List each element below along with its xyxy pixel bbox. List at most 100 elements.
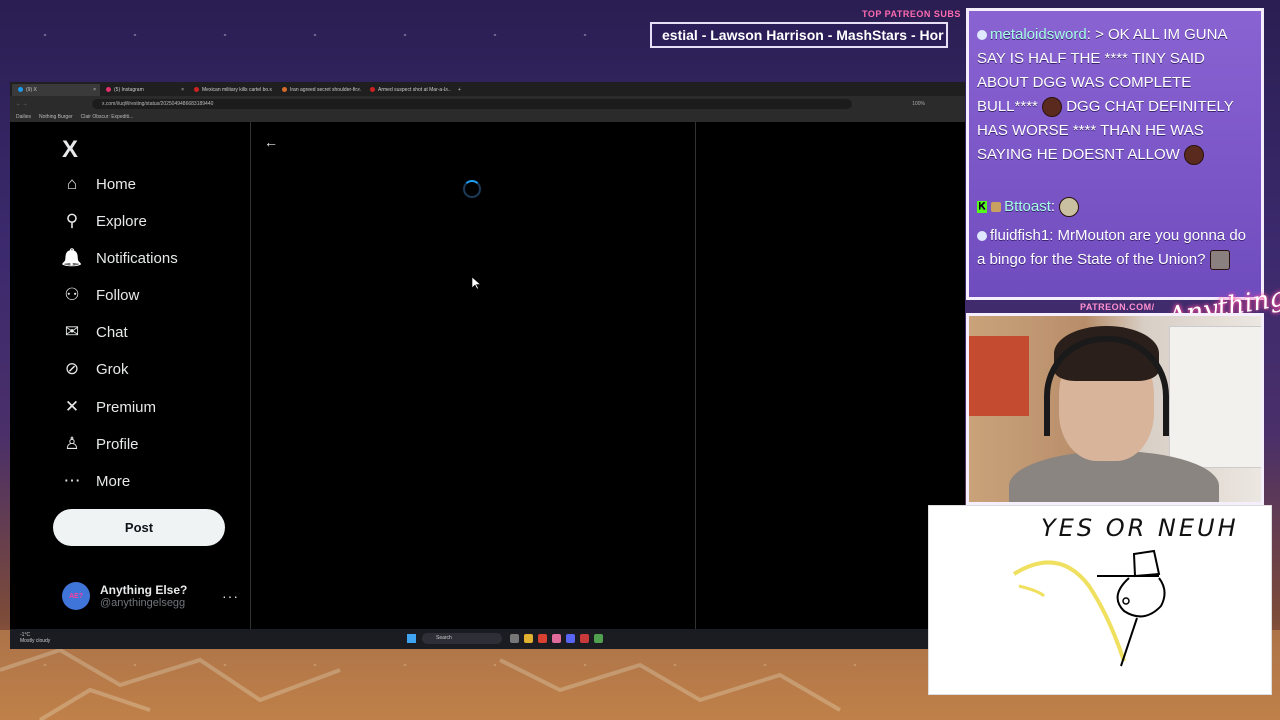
bell-icon: 🔔 — [61, 248, 83, 267]
app-taskbar-icon[interactable] — [580, 634, 589, 643]
background-object — [969, 336, 1029, 416]
chat-message: fluidfish1: MrMouton are you gonna do a … — [977, 224, 1255, 272]
bookmark-nothing-burger[interactable]: Nothing Burger — [39, 114, 73, 120]
more-icon: ⋯ — [63, 471, 81, 490]
chat-badge-icon — [977, 30, 987, 41]
nav-more[interactable]: ⋯ More — [62, 471, 131, 491]
file-explorer-icon[interactable] — [524, 634, 533, 643]
nav-label: Grok — [96, 360, 129, 378]
instagram-favicon-icon — [106, 87, 111, 93]
close-tab-icon[interactable]: × — [357, 84, 360, 96]
emote-icon — [1209, 250, 1230, 271]
chat-badge-icon — [991, 202, 1002, 213]
close-tab-icon[interactable]: × — [445, 84, 448, 96]
chat-message: K Bttoast: — [977, 195, 1255, 219]
post-button[interactable]: Post — [53, 509, 225, 546]
account-handle: @anythingelsegg — [100, 597, 186, 609]
drawing-panel: YES OR NEUH — [928, 505, 1272, 695]
top-patreon-subs-label: TOP PATREON SUBS — [862, 9, 961, 19]
nav-chat[interactable]: ✉ Chat — [62, 322, 128, 342]
tab-x[interactable]: (9) X × — [12, 84, 100, 96]
nav-profile[interactable]: ♙ Profile — [62, 434, 139, 454]
chat-username: Bttoast — [1004, 198, 1051, 215]
nav-notifications[interactable]: 🔔 Notifications — [61, 248, 178, 268]
x-sidebar: X ⌂ Home ⚲ Explore 🔔 Notifications ⚇ Follow … — [10, 122, 251, 629]
bookmark-dailies[interactable]: Dailies — [16, 114, 31, 120]
nav-label: More — [96, 472, 131, 490]
tab-instagram[interactable]: (5) Instagram × — [100, 84, 188, 96]
mouse-cursor-icon — [472, 277, 481, 290]
tab-news-1[interactable]: Mexican military kills cartel bo... × — [188, 84, 276, 96]
tab-label: Mexican military kills cartel bo... — [202, 87, 273, 93]
follow-icon: ⚇ — [64, 285, 80, 304]
chat-overlay: metaloidsword: > OK ALL IM GUNA SAY IS H… — [966, 8, 1264, 300]
bookmark-clair-obscur[interactable]: Clair Obscur: Expediti... — [81, 114, 134, 120]
nav-premium[interactable]: ✕ Premium — [62, 397, 156, 417]
news-favicon-icon — [370, 87, 375, 93]
x-favicon-icon — [18, 87, 23, 93]
weather-widget[interactable]: -1°C Mostly cloudy — [20, 632, 50, 644]
task-view-icon[interactable] — [510, 634, 519, 643]
back-forward-icon[interactable]: ← → — [10, 101, 42, 107]
tab-label: Armed suspect shot at Mar-a-L... — [378, 87, 451, 93]
taskbar: -1°C Mostly cloudy Search — [10, 629, 965, 649]
account-more-icon[interactable]: ··· — [222, 588, 239, 604]
x-logo-icon[interactable]: X — [62, 136, 78, 164]
account-switcher[interactable]: AE? Anything Else? @anythingelsegg — [62, 582, 187, 610]
nav-label: Profile — [96, 435, 139, 453]
main-column: ← — [251, 122, 696, 629]
close-tab-icon[interactable]: × — [93, 84, 96, 96]
search-icon: ⚲ — [65, 211, 79, 230]
home-icon: ⌂ — [66, 174, 78, 193]
taskbar-search[interactable]: Search — [422, 633, 502, 644]
back-arrow-icon[interactable]: ← — [264, 134, 278, 150]
mail-icon: ✉ — [64, 322, 80, 341]
chat-badge-icon — [977, 231, 987, 242]
url-input[interactable]: x.com/i/uqWresting/status/20250494866831… — [92, 99, 853, 109]
app-taskbar-icon[interactable] — [594, 634, 603, 643]
ticker-text: estial - Lawson Harrison - MashStars - H… — [662, 27, 944, 43]
nav-label: Notifications — [96, 249, 178, 267]
nav-follow[interactable]: ⚇ Follow — [62, 285, 139, 305]
nav-label: Premium — [96, 398, 157, 416]
account-name: Anything Else? — [100, 583, 188, 597]
close-tab-icon[interactable]: × — [269, 84, 272, 96]
webcam-feed — [966, 313, 1264, 505]
tab-label: (9) X — [26, 87, 37, 93]
windows-start-icon[interactable] — [407, 634, 416, 643]
discord-icon[interactable] — [566, 634, 575, 643]
nav-explore[interactable]: ⚲ Explore — [62, 211, 147, 231]
chat-username: fluidfish1 — [990, 227, 1050, 244]
zoom-level[interactable]: 100% — [912, 101, 925, 107]
tab-news-3[interactable]: Armed suspect shot at Mar-a-L... × — [364, 84, 452, 96]
patreon-url: PATREON.COM/ — [1080, 302, 1155, 312]
chat-username: metaloidsword — [990, 26, 1087, 43]
bookmarks-bar: Dailies Nothing Burger Clair Obscur: Exp… — [10, 112, 965, 122]
app-taskbar-icon[interactable] — [552, 634, 561, 643]
emote-icon — [1059, 197, 1080, 218]
close-tab-icon[interactable]: × — [181, 84, 184, 96]
chat-message: metaloidsword: > OK ALL IM GUNA SAY IS H… — [977, 23, 1255, 167]
loading-spinner-icon — [463, 180, 481, 198]
x-page: X ⌂ Home ⚲ Explore 🔔 Notifications ⚇ Follow … — [10, 122, 965, 629]
avatar: AE? — [62, 582, 90, 610]
x-premium-icon: ✕ — [64, 397, 80, 416]
new-tab-button[interactable]: + — [452, 84, 466, 96]
news-favicon-icon — [194, 87, 199, 93]
tab-label: (5) Instagram — [114, 87, 144, 93]
nav-home[interactable]: ⌂ Home — [62, 174, 136, 194]
nav-label: Chat — [96, 323, 128, 341]
doodle-drawing — [1012, 549, 1166, 667]
news-favicon-icon — [282, 87, 287, 93]
patreon-ticker: estial - Lawson Harrison - MashStars - H… — [650, 22, 948, 48]
tab-news-2[interactable]: Iran agreed secret shoulder-fir... × — [276, 84, 364, 96]
address-bar-row: ← → x.com/i/uqWresting/status/2025049486… — [10, 96, 965, 112]
nav-label: Home — [96, 175, 137, 193]
nav-label: Follow — [96, 286, 140, 304]
browser-taskbar-icon[interactable] — [538, 634, 547, 643]
nav-label: Explore — [96, 212, 147, 230]
emote-icon — [1184, 145, 1204, 166]
grok-icon: ⊘ — [64, 359, 80, 378]
nav-grok[interactable]: ⊘ Grok — [62, 359, 129, 379]
browser-window: (9) X × (5) Instagram × Mexican military k… — [10, 82, 965, 649]
